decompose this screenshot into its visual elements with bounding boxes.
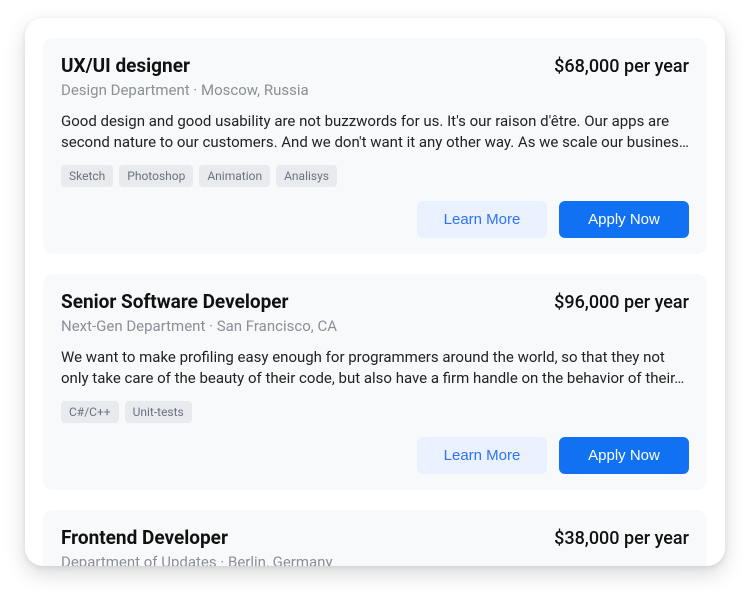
- learn-more-button[interactable]: Learn More: [417, 437, 547, 474]
- skill-tag: Animation: [199, 165, 270, 187]
- job-title: Frontend Developer: [61, 526, 228, 549]
- job-salary: $96,000 per year: [554, 292, 689, 313]
- job-meta: Department of Updates · Berlin, Germany: [61, 553, 689, 566]
- tag-row: C#/C++ Unit-tests: [61, 401, 689, 423]
- skill-tag: Photoshop: [119, 165, 193, 187]
- job-list-panel: UX/UI designer $68,000 per year Design D…: [25, 18, 725, 566]
- job-description: We want to make profiling easy enough fo…: [61, 347, 689, 389]
- apply-now-button[interactable]: Apply Now: [559, 201, 689, 238]
- skill-tag: C#/C++: [61, 401, 119, 423]
- job-card: Frontend Developer $38,000 per year Depa…: [43, 510, 707, 566]
- job-meta: Design Department · Moscow, Russia: [61, 81, 689, 99]
- apply-now-button[interactable]: Apply Now: [559, 437, 689, 474]
- job-meta: Next-Gen Department · San Francisco, CA: [61, 317, 689, 335]
- job-card: Senior Software Developer $96,000 per ye…: [43, 274, 707, 490]
- job-card: UX/UI designer $68,000 per year Design D…: [43, 38, 707, 254]
- job-salary: $68,000 per year: [554, 56, 689, 77]
- tag-row: Sketch Photoshop Animation Analisys: [61, 165, 689, 187]
- job-title: UX/UI designer: [61, 54, 190, 77]
- job-description: Good design and good usability are not b…: [61, 111, 689, 153]
- job-salary: $38,000 per year: [554, 528, 689, 549]
- job-title: Senior Software Developer: [61, 290, 289, 313]
- learn-more-button[interactable]: Learn More: [417, 201, 547, 238]
- skill-tag: Analisys: [276, 165, 337, 187]
- skill-tag: Unit-tests: [125, 401, 192, 423]
- skill-tag: Sketch: [61, 165, 113, 187]
